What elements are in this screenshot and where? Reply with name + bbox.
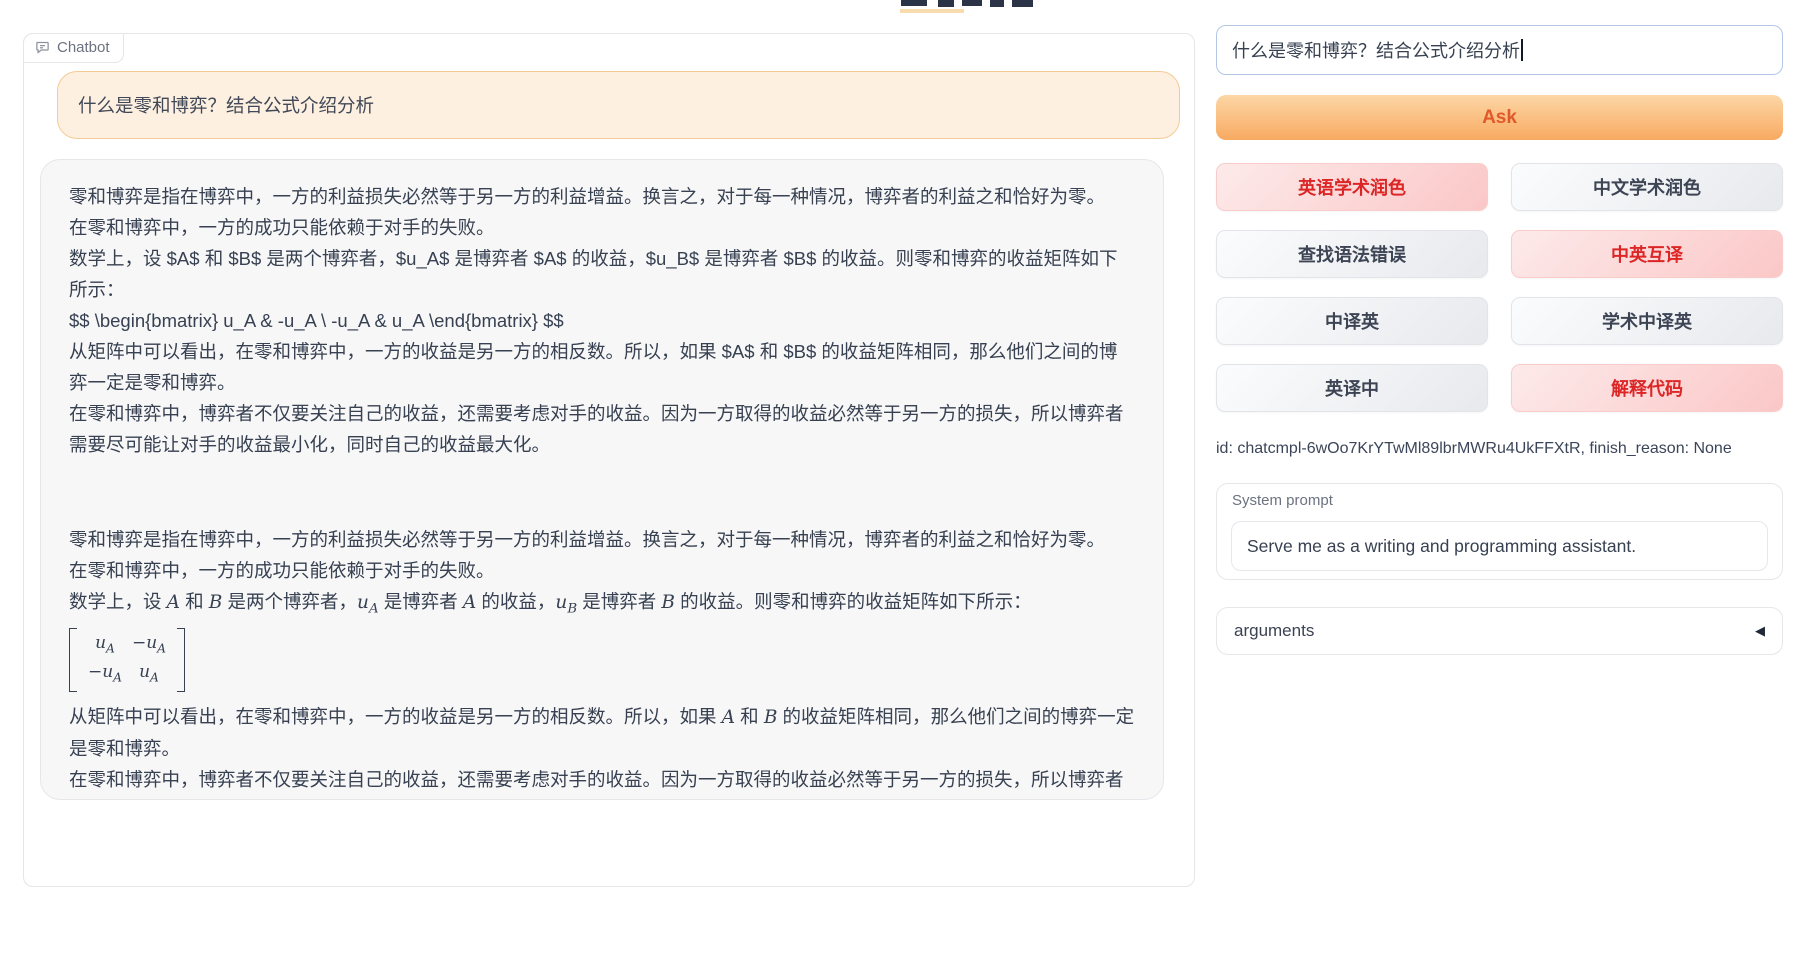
matrix-right-bracket	[177, 628, 185, 693]
matrix-cell: −uA	[83, 660, 127, 689]
preset-button-7[interactable]: 英译中	[1216, 364, 1488, 412]
math-var: uB	[555, 592, 577, 613]
user-message-bubble: 什么是零和博弈？结合公式介绍分析	[57, 71, 1180, 139]
payoff-matrix: uA −uA −uA uA	[69, 628, 185, 693]
chatbot-label: Chatbot	[23, 33, 124, 63]
math-var: uA	[357, 592, 379, 613]
math-var: uA	[95, 633, 115, 653]
preset-button-2[interactable]: 中文学术润色	[1511, 163, 1783, 211]
system-prompt-value: Serve me as a writing and programming as…	[1247, 536, 1636, 557]
bot-rendered-math-line: 数学上，设 A 和 B 是两个博弈者，uA 是博弈者 A 的收益，uB 是博弈者…	[69, 586, 1135, 625]
text-caret	[1521, 39, 1523, 61]
prompt-input[interactable]: 什么是零和博弈？结合公式介绍分析	[1216, 25, 1783, 75]
accordion-collapse-icon: ◀	[1755, 623, 1765, 639]
system-prompt-input[interactable]: Serve me as a writing and programming as…	[1231, 521, 1768, 571]
matrix-cell: −uA	[127, 631, 171, 660]
bot-rendered-line-1: 零和博弈是指在博弈中，一方的利益损失必然等于另一方的利益增益。换言之，对于每一种…	[69, 524, 1135, 555]
user-message-text: 什么是零和博弈？结合公式介绍分析	[78, 92, 374, 118]
bot-rendered-line-2: 在零和博弈中，一方的成功只能依赖于对手的失败。	[69, 555, 1135, 586]
math-var: A	[722, 707, 735, 728]
preset-button-8[interactable]: 解释代码	[1511, 364, 1783, 412]
math-var: A	[463, 592, 476, 613]
prompt-input-value: 什么是零和博弈？结合公式介绍分析	[1232, 37, 1520, 63]
bot-rendered-last-line: 在零和博弈中，博弈者不仅要关注自己的收益，还需要考虑对手的收益。因为一方取得的收…	[69, 764, 1135, 800]
preset-button-6[interactable]: 学术中译英	[1511, 297, 1783, 345]
chatbot-label-text: Chatbot	[57, 39, 110, 56]
ask-button[interactable]: Ask	[1216, 95, 1783, 140]
chat-bubble-icon	[35, 40, 50, 55]
completion-status-line: id: chatcmpl-6wOo7KrYTwMl89lbrMWRu4UkFFX…	[1216, 440, 1783, 458]
math-var: B	[764, 707, 778, 728]
bot-raw-markdown-text: 零和博弈是指在博弈中，一方的利益损失必然等于另一方的利益增益。换言之，对于每一种…	[69, 181, 1135, 460]
bot-rendered-after-matrix: 从矩阵中可以看出，在零和博弈中，一方的收益是另一方的相反数。所以，如果 A 和 …	[69, 701, 1135, 764]
preset-button-5[interactable]: 中译英	[1216, 297, 1488, 345]
math-var: B	[209, 592, 223, 613]
math-var: A	[167, 592, 180, 613]
math-var: −uA	[132, 633, 166, 653]
matrix-row: −uA uA	[83, 660, 171, 689]
matrix-cell: uA	[127, 660, 171, 689]
system-prompt-group: System prompt Serve me as a writing and …	[1216, 483, 1783, 580]
preset-button-3[interactable]: 查找语法错误	[1216, 230, 1488, 278]
arguments-accordion[interactable]: arguments ◀	[1216, 607, 1783, 655]
chatbot-panel: Chatbot 什么是零和博弈？结合公式介绍分析 零和博弈是指在博弈中，一方的利…	[23, 33, 1195, 887]
bot-message-gap	[69, 460, 1135, 524]
system-prompt-label: System prompt	[1232, 492, 1333, 509]
matrix-cell: uA	[83, 631, 127, 660]
matrix-row: uA −uA	[83, 631, 171, 660]
matrix-left-bracket	[69, 628, 77, 693]
math-var: −uA	[88, 662, 122, 682]
bot-message-bubble: 零和博弈是指在博弈中，一方的利益损失必然等于另一方的利益增益。换言之，对于每一种…	[40, 159, 1164, 800]
preset-button-grid: 英语学术润色中文学术润色查找语法错误中英互译中译英学术中译英英译中解释代码	[1216, 163, 1783, 412]
arguments-accordion-label: arguments	[1234, 621, 1314, 641]
preset-button-1[interactable]: 英语学术润色	[1216, 163, 1488, 211]
math-var: uA	[139, 662, 159, 682]
math-var: B	[661, 592, 675, 613]
preset-button-4[interactable]: 中英互译	[1511, 230, 1783, 278]
